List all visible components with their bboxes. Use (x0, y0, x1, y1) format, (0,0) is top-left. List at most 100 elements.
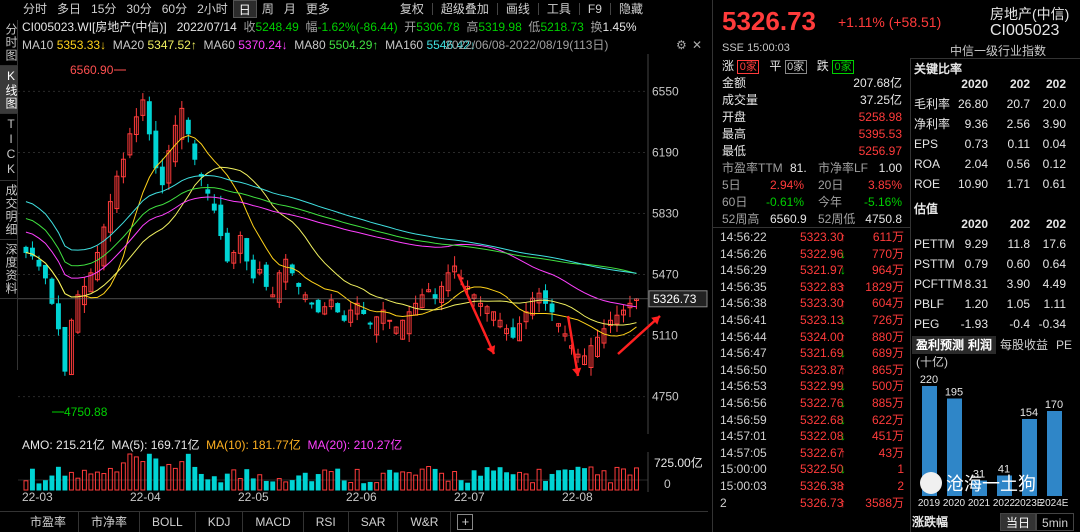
volume-bar (218, 482, 224, 491)
vertical-tab-strip: 分时图 K线图 TICK 成交明细 深度资料 (0, 20, 18, 370)
tab-rsi[interactable]: RSI (304, 512, 349, 532)
settings-gear-icon[interactable]: ⚙ (676, 36, 687, 54)
volume-bar (29, 468, 35, 491)
candle (361, 309, 367, 315)
exchange-time: SSE 15:00:03 (722, 42, 790, 54)
tab-today[interactable]: 当日 (1000, 513, 1037, 531)
period-month[interactable]: 月 (279, 0, 301, 18)
candle (250, 259, 256, 279)
tab-pb[interactable]: 市净率 (79, 512, 141, 532)
tab-5min[interactable]: 5min (1036, 513, 1075, 531)
candle (146, 101, 152, 135)
period-30min[interactable]: 30分 (121, 0, 156, 18)
candle (315, 299, 321, 313)
candle (159, 166, 165, 186)
hide-button[interactable]: 隐藏 (614, 0, 648, 18)
volume-bar (101, 473, 107, 491)
date-axis: 22-03 22-04 22-05 22-06 22-07 22-08 (18, 490, 708, 508)
tab-macd[interactable]: MACD (243, 512, 304, 532)
add-indicator-icon[interactable]: + (457, 514, 474, 530)
volume-bar (465, 482, 471, 491)
volume-bar (205, 479, 211, 491)
volume-bar (263, 480, 269, 491)
price-change: +1.11% (+58.51) (838, 14, 942, 30)
vtab-depth[interactable]: 深度资料 (0, 240, 18, 299)
volume-bar (335, 468, 341, 491)
bar-date: 2022/07/14 (176, 20, 237, 34)
volume-bar (153, 458, 159, 491)
x-tick-label: 22-08 (562, 490, 593, 504)
tools-button[interactable]: 工具 (542, 0, 576, 18)
vtab-trade-detail[interactable]: 成交明细 (0, 181, 18, 240)
volume-bar (400, 471, 406, 491)
volume-bar (270, 481, 276, 491)
y-tick-label: 6190 (652, 145, 679, 159)
range-label: 2022/06/08-2022/08/19(113日) (445, 38, 609, 52)
volume-bar (179, 461, 185, 491)
tab-pe[interactable]: 市盈率 (18, 512, 80, 532)
candle (42, 264, 48, 279)
draw-line-button[interactable]: 画线 (501, 0, 535, 18)
forecast-unit: (十亿) (916, 356, 948, 369)
volume-bar (387, 469, 393, 491)
vtab-kline[interactable]: K线图 (0, 66, 18, 114)
volume-bar (296, 475, 302, 491)
quote-row: 开盘 5258.98 (722, 110, 902, 124)
candle (432, 294, 438, 299)
candle (192, 143, 198, 160)
period-more[interactable]: 更多 (301, 0, 335, 18)
period-week[interactable]: 周 (257, 0, 279, 18)
ratios-row: ROA 2.04 0.56 0.12 (914, 157, 1066, 171)
tab-wr[interactable]: W&R (398, 512, 452, 532)
bar-low: 5218.73 (540, 20, 584, 34)
bar-high: 5319.98 (478, 20, 522, 34)
volume-bar (315, 474, 321, 491)
volume-chart[interactable]: 0 (18, 452, 708, 492)
tab-boll[interactable]: BOLL (140, 512, 196, 532)
candle (205, 189, 211, 194)
candle (55, 303, 61, 330)
ma20-value: 5347.52↑ (147, 38, 197, 52)
volume-bar (283, 481, 289, 491)
volume-bar (367, 481, 373, 491)
vtab-tick[interactable]: TICK (0, 114, 18, 181)
quote-row: 成交量 37.25亿 (722, 93, 902, 107)
quote-row: 最高 5395.53 (722, 127, 902, 141)
bar-info-line: CI005023.WI[房地产(中信)] 2022/07/14 收5248.49… (22, 20, 637, 34)
watermark: 沧海一土狗 (920, 470, 1036, 496)
volume-bar (49, 475, 55, 491)
period-2h[interactable]: 2小时 (192, 0, 233, 18)
vtab-intraday[interactable]: 分时图 (0, 20, 18, 66)
forecast-bar-label: 170 (1045, 399, 1063, 411)
volume-bar (127, 453, 133, 491)
tab-forecast[interactable]: 盈利预测 (912, 336, 969, 354)
period-multiday[interactable]: 多日 (52, 0, 86, 18)
forecast-year-label: 2022 (993, 498, 1016, 506)
valuation-row: PCFTTM 8.31 3.90 4.49 (914, 277, 1066, 291)
forecast-bar-label: 154 (1020, 407, 1038, 419)
tab-eps[interactable]: 每股收益 (996, 336, 1052, 354)
x-tick-label: 22-06 (346, 490, 377, 504)
volume-bar (588, 466, 594, 491)
f9-button[interactable]: F9 (583, 0, 607, 18)
tab-profit[interactable]: 利润 (968, 336, 997, 354)
kline-chart[interactable]: 6550 6190 5830 5470 5110 4750 6560.90 4750.88 53… (18, 54, 708, 434)
period-15min[interactable]: 15分 (86, 0, 121, 18)
tab-forecast-pe[interactable]: PE (1052, 336, 1076, 354)
period-60min[interactable]: 60分 (157, 0, 192, 18)
period-intraday[interactable]: 分时 (18, 0, 52, 18)
valuation-row: PSTTM 0.79 0.60 0.64 (914, 257, 1066, 271)
overlay-button[interactable]: 超级叠加 (436, 0, 494, 18)
period-day[interactable]: 日 (232, 0, 257, 18)
volume-bar (55, 466, 61, 491)
volume-bar (575, 466, 581, 491)
close-icon[interactable]: ✕ (692, 36, 702, 54)
tab-sar[interactable]: SAR (349, 512, 399, 532)
x-tick-label: 22-07 (454, 490, 485, 504)
volume-bar (140, 461, 146, 491)
tab-kdj[interactable]: KDJ (196, 512, 244, 532)
vol-ma20: 210.27亿 (353, 438, 403, 452)
change-label: 涨跌幅 (912, 515, 949, 529)
adjust-button[interactable]: 复权 (395, 0, 429, 18)
vol-ma5: 169.71亿 (150, 438, 200, 452)
